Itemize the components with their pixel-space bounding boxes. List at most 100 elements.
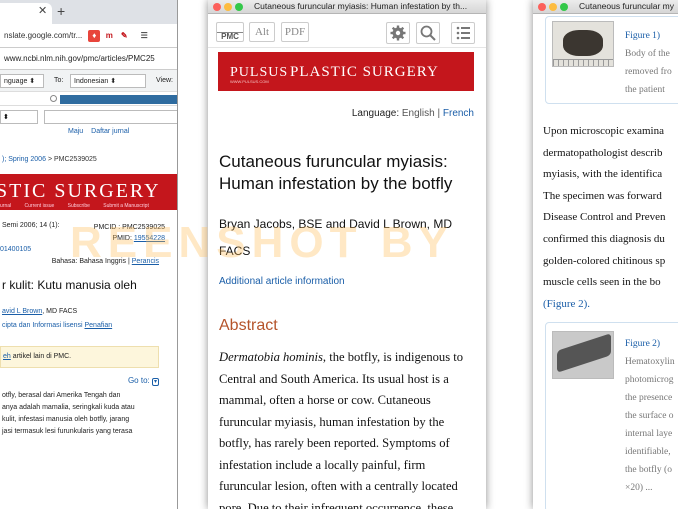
- close-window-icon[interactable]: [213, 3, 221, 11]
- body-line: golden-colored chitinous sp: [543, 254, 666, 267]
- article-title: r kulit: Kutu manusia oleh: [2, 278, 137, 292]
- red-extension-icon[interactable]: ✎: [118, 29, 131, 42]
- caption-line: Body of the: [625, 49, 670, 59]
- figure-2-card[interactable]: Figure 2) Hematoxylin photomicrog the pr…: [545, 322, 678, 509]
- abstract-body: , the botfly, is indigenous to Central a…: [219, 350, 464, 509]
- pulsus-url: WWW.PULSUS.COM: [230, 79, 269, 84]
- banner-nav-item[interactable]: Current issue: [25, 203, 55, 209]
- language-switch: Bahasa: Bahasa Inggris | Perancis: [51, 258, 159, 265]
- contents-button[interactable]: [451, 22, 475, 44]
- figure-1-thumbnail[interactable]: [552, 21, 614, 67]
- caption-line: removed fro: [625, 67, 672, 77]
- body-line: muscle cells seen in the bo: [543, 276, 661, 289]
- view-radio[interactable]: [50, 95, 57, 102]
- figure-2-thumbnail[interactable]: [552, 331, 614, 379]
- view-label: View:: [156, 77, 173, 84]
- journal-list-link[interactable]: Daftar jurnal: [91, 128, 129, 135]
- figure-2-caption: Figure 2) Hematoxylin photomicrog the pr…: [625, 335, 678, 497]
- doi-link[interactable]: 01400105: [0, 246, 31, 253]
- language-french-link[interactable]: French: [443, 108, 474, 119]
- view-toggle-strip: [0, 92, 177, 106]
- minimize-window-icon[interactable]: [549, 3, 557, 11]
- disclaimer-link[interactable]: Penafian: [85, 322, 113, 329]
- language-english: Inggris: [105, 258, 127, 265]
- right-reader-window: Cutaneous furuncular my Figure 1) Body o…: [533, 0, 678, 509]
- pdf-button[interactable]: PDF: [281, 22, 309, 42]
- journal-logo-banner[interactable]: PULSUS WWW.PULSUS.COM PLASTIC SURGERY: [218, 52, 474, 91]
- translate-toolbar: nguage ⬍ To: Indonesian ⬍ View:: [0, 70, 177, 92]
- close-window-icon[interactable]: [538, 3, 546, 11]
- advanced-link[interactable]: Maju: [68, 128, 83, 135]
- left-browser-window: ✕ + nslate.google.com/tr... ♦ m ✎ ☰ www.…: [0, 0, 178, 509]
- author-suffix: , MD FACS: [42, 308, 78, 315]
- figure-1-link[interactable]: Figure 1): [625, 27, 678, 45]
- banner-nav: urnal Current issue Subscribe Submit a M…: [0, 203, 161, 209]
- database-select[interactable]: ⬍: [0, 110, 38, 124]
- list-icon: [456, 26, 470, 40]
- body-line: Disease Control and Preven: [543, 211, 666, 224]
- breadcrumb-issue[interactable]: ); Spring 2006: [2, 156, 46, 163]
- pmc-button[interactable]: PMC: [216, 22, 244, 42]
- minimize-window-icon[interactable]: [224, 3, 232, 11]
- goto-menu[interactable]: Go to: ▾: [0, 368, 177, 390]
- close-tab-icon[interactable]: ✕: [38, 4, 47, 17]
- ruler-image: [553, 59, 613, 66]
- zoom-window-icon[interactable]: [235, 3, 243, 11]
- banner-nav-item[interactable]: Submit a Manuscript: [103, 203, 149, 209]
- copyright-link[interactable]: cipta dan Informasi lisensi: [2, 322, 83, 329]
- authors: Bryan Jacobs, BSE and David L Brown, MD …: [219, 217, 452, 258]
- caption-line: the botfly (o: [625, 465, 672, 475]
- search-button[interactable]: [416, 22, 440, 44]
- notice-link[interactable]: eh: [3, 353, 11, 360]
- micrograph-image: [557, 333, 611, 373]
- settings-button[interactable]: [386, 22, 410, 44]
- chevron-down-icon: ▾: [151, 378, 159, 386]
- language-label: Bahasa: Bahasa: [51, 258, 104, 265]
- language-separator: |: [437, 108, 441, 119]
- gear-icon: [390, 25, 406, 41]
- language-french-link[interactable]: Perancis: [132, 258, 159, 265]
- alt-button[interactable]: Alt: [249, 22, 275, 42]
- menu-icon[interactable]: ☰: [138, 29, 151, 42]
- pmid-label: PMID:: [112, 235, 132, 242]
- from-language-select[interactable]: nguage ⬍: [0, 74, 44, 88]
- abstract-text: otfly, berasal dari Amerika Tengah dan a…: [0, 390, 177, 438]
- body-line: myiasis, with the identifica: [543, 168, 663, 181]
- authors: avid L Brown, MD FACS: [0, 306, 177, 322]
- zoom-window-icon[interactable]: [560, 3, 568, 11]
- figure-2-link[interactable]: Figure 2): [625, 335, 678, 353]
- nav-links: Maju Daftar jurnal: [0, 128, 177, 142]
- shield-icon[interactable]: ♦: [88, 29, 101, 42]
- search-input[interactable]: [44, 110, 177, 124]
- notice-text: artikel lain di PMC.: [12, 353, 72, 360]
- journal-logo-title: PLASTIC SURGERY: [290, 64, 439, 80]
- abstract-line: anya adalah mamalia, seringkali kuda ata…: [2, 404, 135, 411]
- language-line: Language: English | French: [352, 108, 474, 119]
- window-title: Cutaneous furuncular myiasis: Human infe…: [254, 1, 468, 11]
- botfly-larva-image: [563, 30, 603, 56]
- new-tab-button[interactable]: +: [57, 3, 65, 19]
- caption-line: identifiable,: [625, 447, 671, 457]
- banner-nav-item[interactable]: Subscribe: [68, 203, 90, 209]
- banner-nav-item[interactable]: urnal: [0, 203, 11, 209]
- to-language-select[interactable]: Indonesian ⬍: [70, 74, 146, 88]
- additional-info-link[interactable]: Additional article information: [219, 276, 345, 287]
- issue-info: Semi 2006; 14 (1):: [2, 222, 60, 229]
- language-english: English: [401, 108, 435, 119]
- figure-1-card[interactable]: Figure 1) Body of the removed fro the pa…: [545, 16, 678, 104]
- translated-url-bar[interactable]: www.ncbi.nlm.nih.gov/pmc/articles/PMC25: [0, 48, 177, 70]
- title-bar: Cutaneous furuncular my: [533, 0, 678, 14]
- abstract-line: jasi termasuk lesi furunkularis yang ter…: [2, 428, 133, 435]
- body-text: Upon microscopic examina dermatopatholog…: [543, 121, 678, 315]
- pmid-link[interactable]: 19554228: [134, 235, 165, 242]
- figure-2-reference-link[interactable]: (Figure 2).: [543, 294, 678, 316]
- address-bar[interactable]: nslate.google.com/tr... ♦ m ✎ ☰: [0, 24, 177, 48]
- to-label: To:: [54, 77, 64, 84]
- caption-line: Hematoxylin: [625, 357, 675, 367]
- journal-banner[interactable]: STIC SURGERY urnal Current issue Subscri…: [0, 174, 177, 210]
- m-extension-icon[interactable]: m: [103, 29, 116, 42]
- tab-bar: ✕ +: [0, 0, 177, 24]
- view-progress-bar: [60, 95, 177, 104]
- figure-1-caption: Figure 1) Body of the removed fro the pa…: [625, 27, 678, 99]
- author-link[interactable]: avid L Brown: [2, 308, 42, 315]
